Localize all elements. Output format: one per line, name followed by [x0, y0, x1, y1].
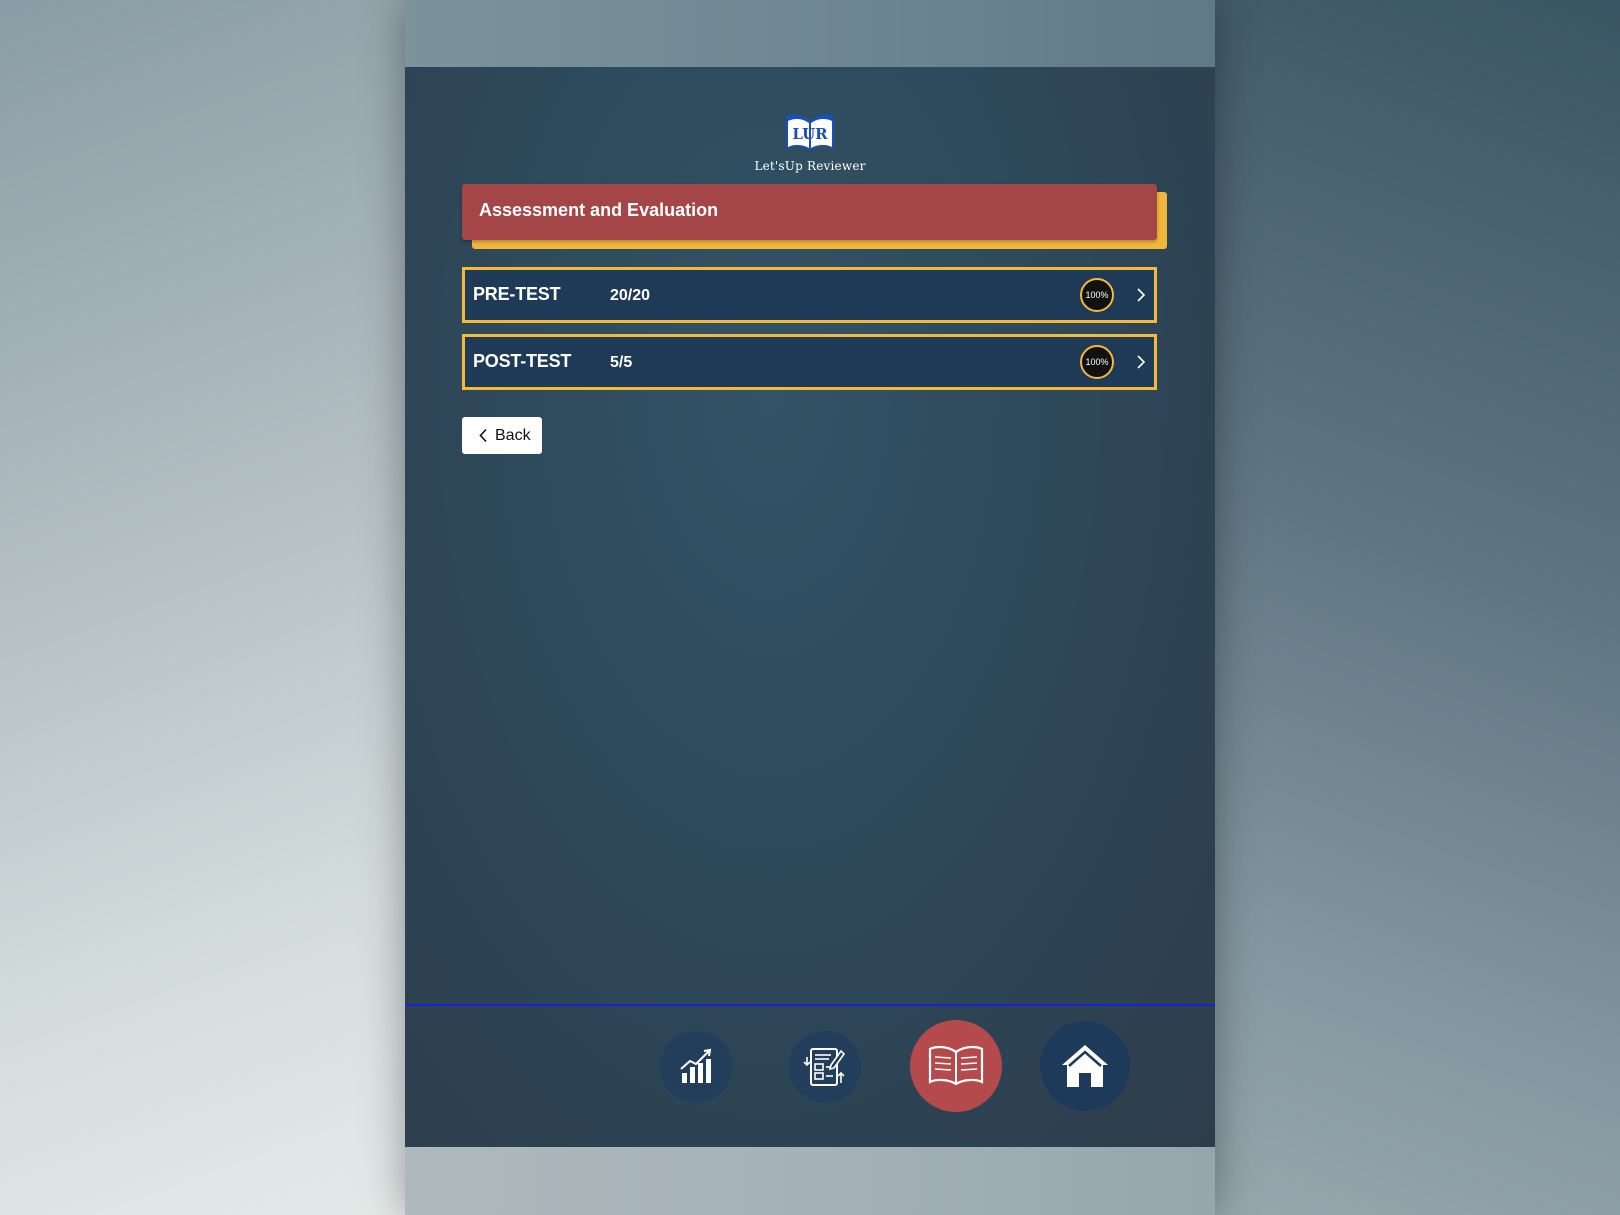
test-score: 20/20 [610, 287, 651, 304]
page-title-banner: Assessment and Evaluation [462, 184, 1157, 240]
chevron-right-icon [1137, 288, 1146, 302]
app-frame: LUR Let'sUp Reviewer Assessment and Eval… [405, 0, 1215, 1215]
chevron-right-icon [1137, 355, 1146, 369]
background-left [0, 0, 405, 1215]
frame-bottom-bar [405, 1147, 1215, 1215]
app-screen: LUR Let'sUp Reviewer Assessment and Eval… [405, 67, 1215, 1147]
test-row-pre-test[interactable]: PRE-TEST 20/20 100% [462, 267, 1157, 323]
book-logo-icon: LUR [782, 113, 838, 153]
open-book-icon [928, 1045, 984, 1086]
progress-badge: 100% [1080, 278, 1114, 312]
test-name: PRE-TEST [473, 284, 561, 304]
test-score: 5/5 [610, 354, 633, 371]
chevron-left-icon [479, 428, 487, 443]
nav-lessons-button[interactable] [910, 1020, 1002, 1112]
page-title: Assessment and Evaluation [479, 200, 719, 220]
bar-chart-icon [680, 1048, 712, 1083]
test-name: POST-TEST [473, 351, 572, 371]
document-edit-icon [803, 1048, 846, 1086]
test-row-post-test[interactable]: POST-TEST 5/5 100% [462, 334, 1157, 390]
background-right [1215, 0, 1620, 1215]
frame-top-bar [405, 0, 1215, 67]
nav-home-button[interactable] [1040, 1021, 1130, 1111]
app-logo: LUR Let'sUp Reviewer [405, 113, 1215, 173]
back-button[interactable]: Back [462, 417, 542, 454]
nav-tests-button[interactable] [789, 1031, 861, 1103]
home-icon [1062, 1045, 1108, 1087]
progress-badge: 100% [1080, 345, 1114, 379]
back-button-label: Back [495, 427, 531, 444]
app-name: Let'sUp Reviewer [754, 159, 866, 173]
logo-letters: LUR [792, 125, 828, 143]
nav-statistics-button[interactable] [660, 1031, 732, 1103]
bottom-nav-divider [405, 1004, 1215, 1006]
